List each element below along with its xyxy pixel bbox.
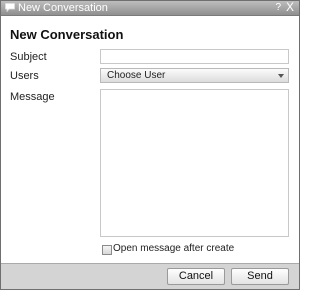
form-heading: New Conversation [10, 27, 124, 42]
message-label: Message [10, 91, 55, 103]
subject-input[interactable] [101, 50, 288, 63]
users-select-value: Choose User [107, 70, 166, 81]
open-after-create-label[interactable]: Open message after create [113, 243, 234, 254]
dialog-titlebar[interactable]: New Conversation ? X [1, 1, 299, 16]
cancel-button[interactable]: Cancel [167, 268, 225, 285]
message-field-wrapper [100, 89, 289, 237]
subject-label: Subject [10, 51, 47, 63]
subject-field-wrapper [100, 49, 289, 64]
help-icon[interactable]: ? [275, 2, 281, 14]
send-button[interactable]: Send [231, 268, 289, 285]
users-select[interactable]: Choose User [100, 68, 289, 83]
new-conversation-dialog: New Conversation ? X New Conversation Su… [0, 0, 300, 290]
message-textarea[interactable] [101, 90, 288, 236]
chat-bubble-icon [5, 3, 15, 13]
chevron-down-icon [278, 74, 284, 78]
users-label: Users [10, 70, 39, 82]
close-icon[interactable]: X [286, 1, 294, 14]
dialog-title: New Conversation [18, 2, 108, 14]
dialog-footer: Cancel Send [1, 263, 299, 289]
open-after-create-checkbox[interactable] [102, 245, 112, 255]
